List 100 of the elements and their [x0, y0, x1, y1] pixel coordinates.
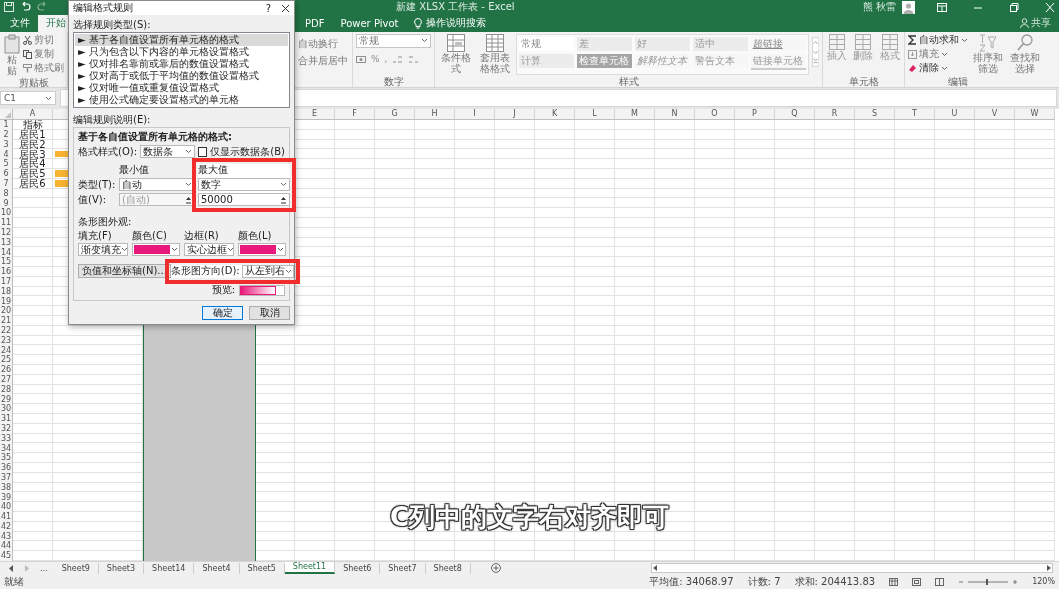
- row-number[interactable]: 32: [0, 423, 12, 434]
- horizontal-scrollbar[interactable]: [651, 563, 1053, 574]
- ribbon-tab[interactable]: Power Pivot: [332, 14, 407, 32]
- clear-button[interactable]: 清除: [919, 61, 939, 76]
- row-number[interactable]: 16: [0, 267, 12, 277]
- zoom-level[interactable]: 120%: [1032, 577, 1055, 587]
- row-number[interactable]: 9: [0, 198, 12, 209]
- column-header[interactable]: E: [295, 109, 335, 121]
- row-number[interactable]: 19: [0, 296, 12, 307]
- column-header[interactable]: W: [1015, 109, 1055, 121]
- tell-me-search[interactable]: 操作说明搜索: [426, 16, 487, 31]
- undo-icon[interactable]: [20, 2, 31, 13]
- spinner-icon[interactable]: [280, 195, 287, 204]
- column-header[interactable]: I: [455, 109, 495, 121]
- row-number[interactable]: 5: [0, 159, 12, 170]
- row-number[interactable]: 31: [0, 414, 12, 424]
- row-number[interactable]: 43: [0, 531, 12, 542]
- row-number[interactable]: 15: [0, 257, 12, 268]
- normal-view-icon[interactable]: [889, 577, 899, 586]
- fill-down-icon[interactable]: [908, 49, 917, 59]
- share-button[interactable]: 共享: [1031, 16, 1051, 31]
- row-number[interactable]: 14: [0, 247, 12, 258]
- paintbrush-icon[interactable]: [23, 63, 32, 73]
- table-icon[interactable]: [485, 33, 504, 52]
- column-header[interactable]: S: [855, 109, 895, 121]
- row-number[interactable]: 27: [0, 374, 12, 385]
- row-number[interactable]: 7: [0, 179, 12, 189]
- sigma-icon[interactable]: [908, 35, 917, 46]
- row-number[interactable]: 2: [0, 130, 12, 140]
- row-number[interactable]: 41: [0, 512, 12, 522]
- cancel-button[interactable]: 取消: [249, 306, 290, 320]
- column-header[interactable]: G: [375, 109, 415, 121]
- column-header[interactable]: N: [655, 109, 695, 121]
- axis-settings-button[interactable]: 负值和坐标轴(N)...: [78, 264, 171, 278]
- copy-label[interactable]: 复制: [34, 47, 54, 62]
- sheet-tab[interactable]: Sheet14: [144, 562, 195, 574]
- rule-type-item[interactable]: ► 仅对排名靠前或靠后的数值设置格式: [75, 58, 288, 70]
- page-break-icon[interactable]: [935, 577, 945, 586]
- checkbox[interactable]: [198, 146, 208, 157]
- row-number[interactable]: 10: [0, 208, 12, 219]
- sheet-tab[interactable]: Sheet5: [239, 562, 285, 574]
- sort-filter-button[interactable]: 排序和筛选: [971, 51, 1005, 74]
- row-number[interactable]: 12: [0, 228, 12, 238]
- value-field[interactable]: 50000: [198, 193, 290, 206]
- fill-button[interactable]: 填充: [919, 47, 939, 62]
- column-header[interactable]: P: [735, 109, 775, 121]
- eraser-icon[interactable]: [908, 63, 917, 73]
- ribbon-tab[interactable]: 文件: [2, 14, 38, 32]
- row-number[interactable]: 35: [0, 453, 12, 464]
- zoom-slider-icon[interactable]: [958, 577, 1019, 586]
- row-number[interactable]: 3: [0, 139, 12, 150]
- column-header[interactable]: A: [13, 109, 53, 121]
- row-number[interactable]: 44: [0, 541, 12, 552]
- column-header[interactable]: M: [615, 109, 655, 121]
- column-header[interactable]: F: [335, 109, 375, 121]
- column-header[interactable]: R: [815, 109, 855, 121]
- merge-center-button[interactable]: 合并后居中: [298, 54, 349, 68]
- type-dropdown[interactable]: 数字: [198, 178, 290, 191]
- row-number[interactable]: 30: [0, 404, 12, 415]
- sheet-tab[interactable]: Sheet3: [98, 562, 145, 574]
- scroll-right-icon[interactable]: [1046, 565, 1052, 572]
- row-number[interactable]: 1: [0, 120, 12, 130]
- column-header[interactable]: U: [935, 109, 975, 121]
- row-number[interactable]: 37: [0, 472, 12, 483]
- column-header[interactable]: T: [895, 109, 935, 121]
- sheet-tab[interactable]: Sheet6: [335, 562, 381, 574]
- row-number[interactable]: 25: [0, 355, 12, 366]
- row-number[interactable]: 34: [0, 443, 12, 454]
- sheet-tab[interactable]: Sheet9: [53, 562, 99, 574]
- scissors-icon[interactable]: [23, 35, 32, 45]
- ribbon-tab[interactable]: PDF: [297, 14, 333, 32]
- page-layout-icon[interactable]: [912, 577, 922, 586]
- row-number[interactable]: 13: [0, 237, 12, 248]
- lightbulb-icon[interactable]: [414, 17, 423, 29]
- row-number[interactable]: 28: [0, 384, 12, 395]
- direction-dropdown[interactable]: 从左到右: [241, 264, 294, 278]
- column-header[interactable]: K: [535, 109, 575, 121]
- close-icon[interactable]: [281, 3, 290, 13]
- row-number[interactable]: 42: [0, 521, 12, 532]
- copy-icon[interactable]: [23, 49, 32, 59]
- clipboard-icon[interactable]: [3, 33, 20, 54]
- row-number[interactable]: 29: [0, 394, 12, 405]
- row-number[interactable]: 4: [0, 149, 12, 160]
- table-format-button[interactable]: 套用表格格式: [476, 51, 513, 74]
- row-number[interactable]: 8: [0, 188, 12, 199]
- row-number[interactable]: 18: [0, 286, 12, 297]
- autosum-button[interactable]: 自动求和: [919, 33, 959, 48]
- row-number[interactable]: 11: [0, 218, 12, 228]
- rule-type-item[interactable]: ► 只为包含以下内容的单元格设置格式: [75, 46, 288, 58]
- conditional-format-icon[interactable]: [446, 33, 465, 52]
- rule-type-item[interactable]: ► 仅对唯一值或重复值设置格式: [75, 82, 288, 94]
- avatar-icon[interactable]: [902, 0, 915, 14]
- more-sheets-button[interactable]: ...: [40, 563, 48, 573]
- column-header[interactable]: V: [975, 109, 1015, 121]
- cut-label[interactable]: 剪切: [34, 33, 54, 48]
- cell-style-option[interactable]: 常规: [518, 36, 574, 51]
- row-number[interactable]: 23: [0, 335, 12, 346]
- row-number[interactable]: 45: [0, 551, 12, 562]
- border-dropdown[interactable]: 实心边框: [184, 243, 234, 256]
- color-picker[interactable]: [132, 243, 180, 256]
